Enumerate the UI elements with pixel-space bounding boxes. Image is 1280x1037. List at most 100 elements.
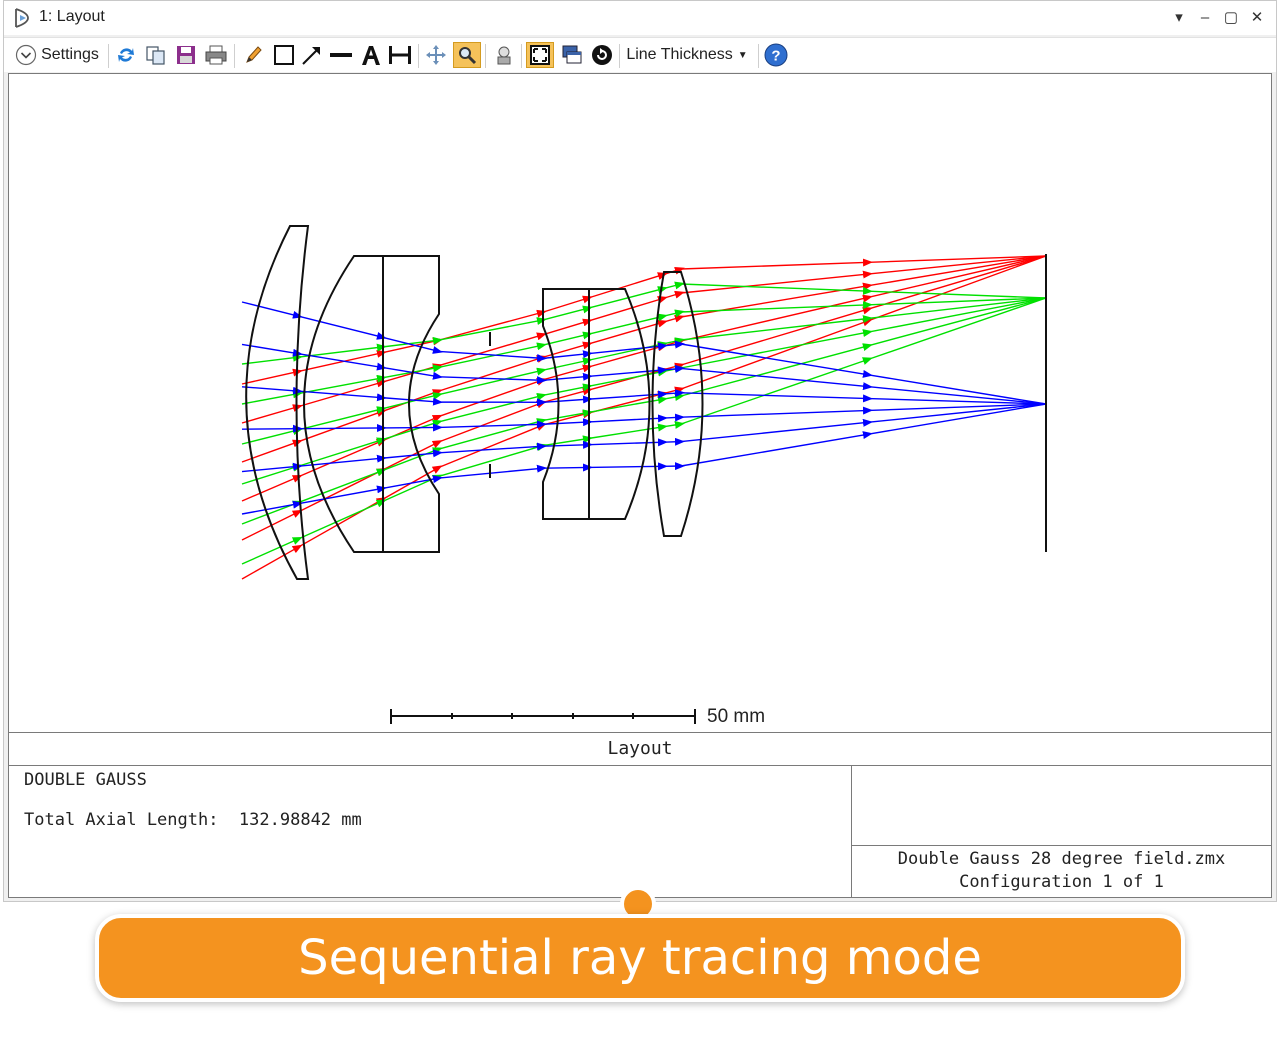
lens-element-2 xyxy=(303,255,384,553)
ray-segment xyxy=(241,404,303,424)
settings-label: Settings xyxy=(41,46,99,63)
dropdown-icon[interactable]: ▾ xyxy=(1168,5,1190,29)
toolbar-separator xyxy=(485,44,486,68)
zoom-icon[interactable] xyxy=(453,42,481,68)
help-icon[interactable]: ? xyxy=(762,42,790,68)
ray-segment xyxy=(438,342,547,368)
toolbar-separator xyxy=(758,44,759,68)
toolbar-separator xyxy=(108,44,109,68)
rectangle-icon[interactable] xyxy=(270,42,298,68)
caret-down-icon: ▼ xyxy=(737,49,748,61)
fit-icon[interactable] xyxy=(526,42,554,68)
layout-plot-canvas[interactable]: 50 mm xyxy=(8,73,1272,733)
rotate-icon[interactable] xyxy=(588,42,616,68)
ray-segment xyxy=(241,353,303,365)
layout-info-box: Layout DOUBLE GAUSS Total Axial Length: … xyxy=(8,732,1272,898)
ray-segment xyxy=(663,420,685,429)
ray-segment xyxy=(663,309,685,318)
refresh-icon[interactable] xyxy=(112,42,140,68)
ray-segment xyxy=(588,462,668,471)
lens-name: DOUBLE GAUSS xyxy=(24,770,147,790)
caption-banner: Sequential ray tracing mode xyxy=(95,914,1185,1002)
ray-segment xyxy=(663,314,685,323)
ray-segment xyxy=(382,336,443,354)
text-icon[interactable] xyxy=(357,42,385,68)
configuration-label: Configuration 1 of 1 xyxy=(959,872,1164,892)
ray-segment xyxy=(868,297,1047,360)
scale-bar xyxy=(390,709,696,724)
rays-field-3 xyxy=(241,255,1047,580)
ray-segment xyxy=(298,315,387,340)
line-thickness-label: Line Thickness xyxy=(626,46,733,63)
toolbar-separator xyxy=(418,44,419,68)
dimension-icon[interactable] xyxy=(386,42,414,68)
clone-icon[interactable] xyxy=(558,42,586,68)
file-name: Double Gauss 28 degree field.zmx xyxy=(897,849,1226,869)
ray-segment xyxy=(542,350,593,360)
ray-segment xyxy=(663,340,685,349)
ray-segment xyxy=(241,390,303,405)
ray-segment xyxy=(663,290,685,299)
ray-segment xyxy=(438,420,547,429)
ray-segment xyxy=(241,301,303,319)
ray-segment xyxy=(663,393,685,401)
toolbar-separator xyxy=(619,44,620,68)
ray-segment xyxy=(663,281,685,290)
layout-window: 1: Layout ▾ – ▢ ✕ Settings Line Thicknes… xyxy=(3,0,1277,902)
ray-segment xyxy=(680,301,873,313)
lock-icon[interactable] xyxy=(490,42,518,68)
chevron-down-icon xyxy=(15,44,37,66)
rays-field-1 xyxy=(241,301,1047,515)
ray-segment xyxy=(438,350,547,362)
save-icon[interactable] xyxy=(172,42,200,68)
close-icon[interactable]: ✕ xyxy=(1246,5,1268,29)
toolbar-separator xyxy=(234,44,235,68)
lens-layout-plot xyxy=(241,225,1047,724)
ray-segment xyxy=(438,376,547,385)
ray-segment xyxy=(298,423,387,432)
window-title: 1: Layout xyxy=(39,8,105,25)
info-title: Layout xyxy=(9,733,1271,766)
ray-segment xyxy=(298,468,387,503)
ray-segment xyxy=(382,447,443,471)
ray-segment xyxy=(542,318,593,336)
ray-segment xyxy=(241,427,303,445)
toolbar: Settings Line Thickness ▼ ? xyxy=(4,37,1276,72)
pencil-icon[interactable] xyxy=(240,42,268,68)
copy-icon[interactable] xyxy=(142,42,170,68)
pan-icon[interactable] xyxy=(422,42,450,68)
caption-text: Sequential ray tracing mode xyxy=(298,930,982,986)
ray-segment xyxy=(680,294,873,342)
scale-bar-label: 50 mm xyxy=(707,706,766,727)
maximize-icon[interactable]: ▢ xyxy=(1220,5,1242,29)
title-bar: 1: Layout ▾ – ▢ ✕ xyxy=(4,1,1276,35)
ray-segment xyxy=(680,258,873,270)
lens-element-1 xyxy=(245,225,310,580)
ray-segment xyxy=(241,474,303,502)
ray-segment xyxy=(382,449,443,459)
lens-element-3 xyxy=(382,255,440,553)
ray-segment xyxy=(542,463,593,472)
info-left-panel: DOUBLE GAUSS Total Axial Length: 132.988… xyxy=(9,766,852,897)
toolbar-separator xyxy=(521,44,522,68)
print-icon[interactable] xyxy=(202,42,230,68)
ray-segment xyxy=(241,386,303,395)
ray-segment xyxy=(588,296,668,322)
ray-segment xyxy=(542,383,593,396)
lens-element-5 xyxy=(588,288,651,520)
line-thickness-dropdown[interactable]: Line Thickness ▼ xyxy=(622,42,752,68)
ray-segment xyxy=(241,424,303,433)
ray-segment xyxy=(868,297,1047,347)
info-file-panel: Double Gauss 28 degree field.zmx Configu… xyxy=(852,845,1271,898)
ray-segment xyxy=(298,390,387,402)
settings-button[interactable]: Settings xyxy=(10,42,104,68)
line-icon[interactable] xyxy=(327,42,355,68)
app-icon xyxy=(15,8,29,28)
ray-segment xyxy=(663,437,685,446)
ray-segment xyxy=(241,509,303,541)
ray-segment xyxy=(241,368,303,385)
ray-segment xyxy=(663,413,685,422)
minimize-icon[interactable]: – xyxy=(1194,5,1216,29)
arrow-icon[interactable] xyxy=(298,42,326,68)
ray-segment xyxy=(868,255,1047,298)
